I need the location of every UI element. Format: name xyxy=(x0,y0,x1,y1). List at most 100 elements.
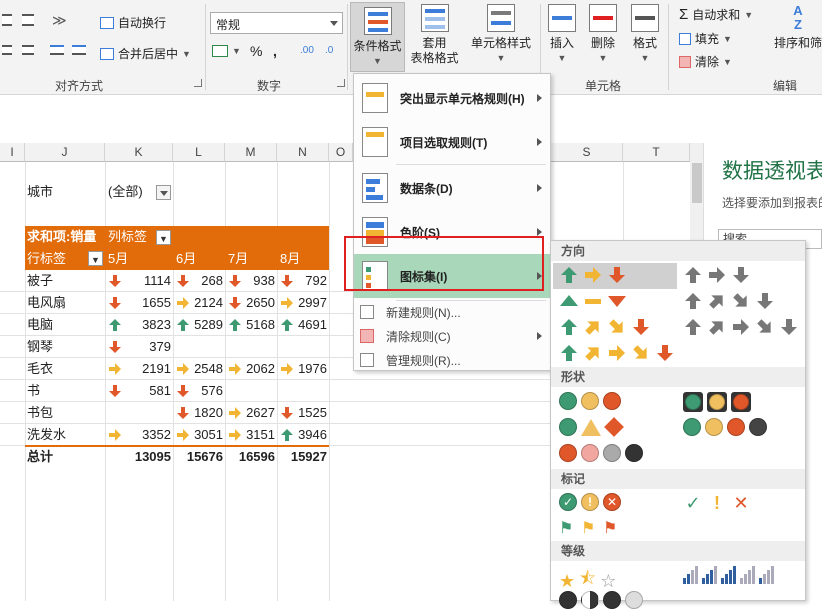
pivot-value-cell[interactable] xyxy=(225,336,275,358)
pivot-value-cell[interactable]: 1525 xyxy=(277,402,327,424)
indent-increase-icon[interactable] xyxy=(72,45,86,55)
column-header[interactable]: L xyxy=(173,143,225,162)
column-header[interactable]: J xyxy=(25,143,105,162)
decrease-decimal-button[interactable]: .0 xyxy=(325,45,333,56)
filter-dropdown-button[interactable] xyxy=(156,185,171,200)
autosum-button[interactable]: Σ 自动求和 ▼ xyxy=(679,6,753,23)
pivot-value-cell[interactable]: 792 xyxy=(277,270,327,292)
column-filter-button[interactable]: ▼ xyxy=(156,230,171,245)
pivot-value-cell[interactable] xyxy=(225,380,275,402)
pivot-value-cell[interactable]: 3823 xyxy=(105,314,171,336)
arrow-dash-icon xyxy=(583,292,603,313)
pivot-value-cell[interactable]: 3051 xyxy=(173,424,223,446)
row-label: 电风扇 xyxy=(27,295,67,310)
menu-separator xyxy=(396,164,546,165)
clear-button[interactable]: 清除 ▼ xyxy=(679,53,732,70)
column-header[interactable]: T xyxy=(623,143,690,162)
orientation-icon[interactable]: ≫ xyxy=(52,12,67,29)
align-center-icon[interactable] xyxy=(22,45,34,55)
pivot-value-cell[interactable]: 576 xyxy=(173,380,223,402)
column-header[interactable]: I xyxy=(0,143,25,162)
icon-set-5-arrows-colored[interactable] xyxy=(559,344,675,365)
pivot-value-cell[interactable]: 3946 xyxy=(277,424,327,446)
currency-icon[interactable]: ▼ xyxy=(212,45,241,57)
icon-set-4-arrows-colored[interactable] xyxy=(559,318,651,339)
pivot-value-cell[interactable]: 1976 xyxy=(277,358,327,380)
wrap-text-button[interactable]: 自动换行 xyxy=(100,14,166,31)
column-header[interactable]: N xyxy=(277,143,329,162)
pivot-value-cell[interactable]: 581 xyxy=(105,380,171,402)
pivot-value-cell[interactable]: 938 xyxy=(225,270,275,292)
icon-set-red-to-black[interactable] xyxy=(559,444,643,462)
pivot-value-cell[interactable]: 2062 xyxy=(225,358,275,380)
pivot-value-cell[interactable]: 3352 xyxy=(105,424,171,446)
comma-button[interactable]: , xyxy=(273,43,277,59)
increase-decimal-button[interactable]: .00 xyxy=(300,45,314,56)
scrollbar-thumb[interactable] xyxy=(692,163,702,203)
icon-set-3-traffic-lights[interactable] xyxy=(559,392,621,410)
column-header[interactable]: K xyxy=(105,143,173,162)
arrow-right-icon xyxy=(607,344,627,365)
align-bottom-icon[interactable] xyxy=(22,14,34,26)
percent-button[interactable]: % xyxy=(250,43,262,59)
pivot-value-cell[interactable]: 379 xyxy=(105,336,171,358)
align-left-icon[interactable] xyxy=(2,45,12,55)
menu-manage-rules[interactable]: 管理规则(R)... xyxy=(354,348,550,372)
align-middle-icon[interactable] xyxy=(2,14,12,26)
icon-set-3-symbols-circled[interactable]: ✓ ! ✕ xyxy=(559,493,621,511)
insert-cells-button[interactable]: 插入 ▼ xyxy=(545,4,579,66)
menu-data-bars[interactable]: 数据条(D) xyxy=(354,166,550,210)
number-format-select[interactable]: 常规 xyxy=(210,12,343,34)
menu-clear-rules[interactable]: 清除规则(C) xyxy=(354,324,550,348)
pivot-value-cell[interactable]: 2997 xyxy=(277,292,327,314)
menu-top-bottom-rules[interactable]: 项目选取规则(T) xyxy=(354,120,550,164)
pivot-value-cell[interactable]: 2548 xyxy=(173,358,223,380)
pivot-value-cell[interactable]: 2191 xyxy=(105,358,171,380)
icon-set-signal-bars[interactable] xyxy=(683,566,774,584)
fill-button[interactable]: 填充 ▼ xyxy=(679,30,732,47)
pivot-value-cell[interactable] xyxy=(277,336,327,358)
cell-styles-button[interactable]: 单元格样式 ▼ xyxy=(466,4,536,66)
icon-set-5-arrows-gray[interactable] xyxy=(683,318,799,339)
pivot-value-cell[interactable]: 1114 xyxy=(105,270,171,292)
pivot-value-cell[interactable]: 1655 xyxy=(105,292,171,314)
pivot-value-cell[interactable] xyxy=(173,336,223,358)
icon-set-3-arrows-gray[interactable] xyxy=(683,266,751,287)
format-as-table-button[interactable]: 套用 表格格式 xyxy=(407,4,462,66)
sort-filter-button[interactable]: AZ 排序和筛 xyxy=(768,4,822,51)
icon-set-4-arrows-gray[interactable] xyxy=(683,292,775,313)
pivot-value-cell[interactable]: 3151 xyxy=(225,424,275,446)
pivot-value-cell[interactable]: 2650 xyxy=(225,292,275,314)
icon-set-3-arrows-colored[interactable] xyxy=(559,266,627,287)
icon-set-3-traffic-lights-rimmed[interactable] xyxy=(683,392,751,412)
menu-highlight-rules[interactable]: 突出显示单元格规则(H) xyxy=(354,76,550,120)
pivot-value-cell[interactable]: 5168 xyxy=(225,314,275,336)
delete-cells-button[interactable]: 删除 ▼ xyxy=(586,4,620,66)
column-header[interactable]: S xyxy=(551,143,623,162)
icon-set-3-signs[interactable] xyxy=(559,417,624,437)
icon-set-3-symbols[interactable]: ✓ ! ✕ xyxy=(683,493,751,514)
pivot-value-cell[interactable]: 2627 xyxy=(225,402,275,424)
icon-set-3-flags[interactable]: ⚑ ⚑ ⚑ xyxy=(559,518,621,538)
pivot-value-cell[interactable]: 1820 xyxy=(173,402,223,424)
pivot-value-cell[interactable]: 4691 xyxy=(277,314,327,336)
indent-decrease-icon[interactable] xyxy=(50,45,64,55)
pivot-value-cell[interactable]: 2124 xyxy=(173,292,223,314)
format-cells-button[interactable]: 格式 ▼ xyxy=(628,4,662,66)
icon-set-5-quarters[interactable] xyxy=(559,591,643,609)
row-filter-button[interactable]: ▼ xyxy=(88,251,103,266)
pivot-value-cell[interactable] xyxy=(277,380,327,402)
column-header[interactable]: M xyxy=(225,143,277,162)
number-dialog-launcher[interactable] xyxy=(337,79,345,87)
pivot-value-cell[interactable]: 268 xyxy=(173,270,223,292)
pivot-value-cell[interactable] xyxy=(105,402,171,424)
alignment-dialog-launcher[interactable] xyxy=(194,79,202,87)
conditional-format-button[interactable]: 条件格式 ▼ xyxy=(350,2,405,72)
icon-set-4-traffic-lights[interactable] xyxy=(683,418,767,436)
total-value: 13095 xyxy=(134,449,171,464)
icon-set-3-triangles[interactable] xyxy=(559,292,627,313)
merge-center-button[interactable]: 合并后居中 ▼ xyxy=(100,45,191,62)
pivot-value-cell[interactable]: 5289 xyxy=(173,314,223,336)
menu-new-rule[interactable]: 新建规则(N)... xyxy=(354,300,550,324)
column-header[interactable]: O xyxy=(329,143,353,162)
